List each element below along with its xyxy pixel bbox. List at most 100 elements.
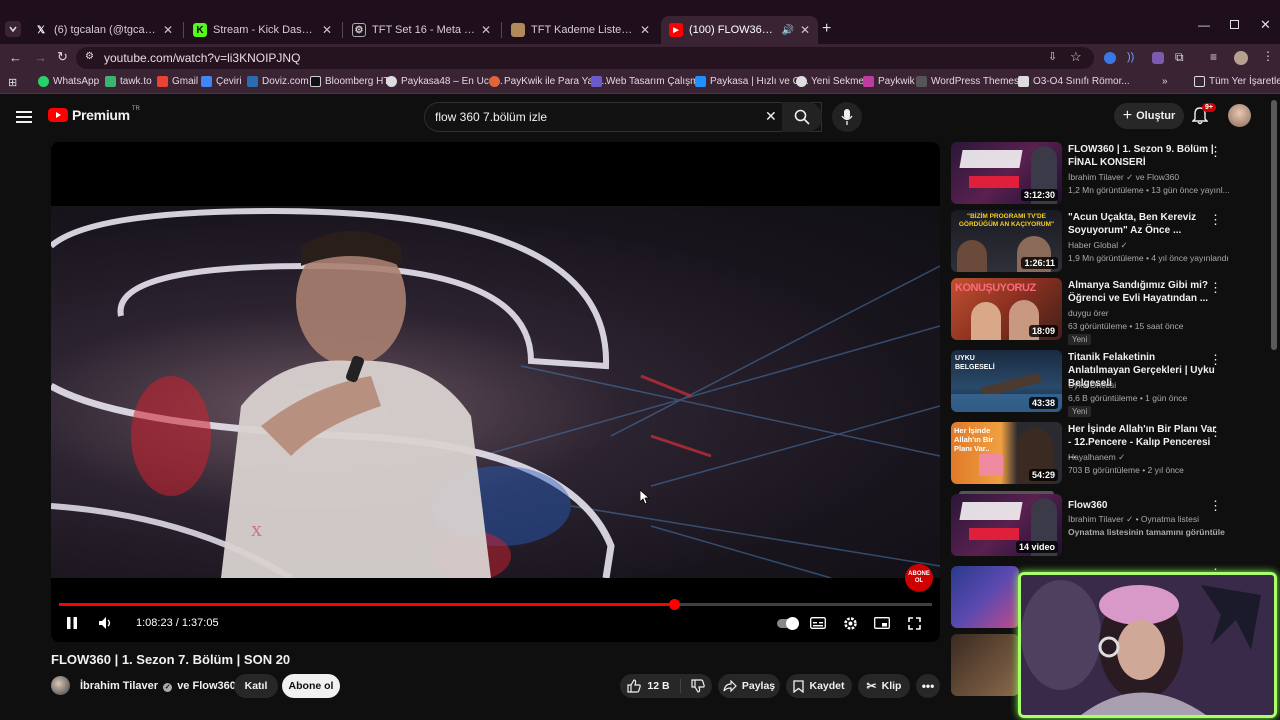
close-icon[interactable]: ✕ — [800, 23, 810, 37]
recommendation-channel[interactable]: İbrahim Tilaver ✓ ve Flow360 — [1068, 172, 1179, 183]
profile-avatar[interactable] — [1234, 51, 1248, 65]
tab-list-button[interactable] — [5, 21, 21, 37]
progress-bar[interactable] — [59, 599, 932, 610]
bookmark-item[interactable]: Paykasa | Hızlı ve G... — [695, 76, 809, 87]
page-scrollbar[interactable] — [1271, 100, 1277, 350]
video-frame[interactable]: x — [51, 206, 940, 578]
subscribe-button[interactable]: Abone ol — [282, 674, 340, 698]
account-avatar[interactable] — [1228, 104, 1251, 127]
share-button[interactable]: Paylaş — [718, 674, 780, 698]
browser-tab[interactable]: ⚙ TFT Set 16 - Meta Team Comps ✕ — [344, 16, 499, 44]
settings-button[interactable] — [841, 612, 859, 634]
video-player[interactable]: x ABONE OL 1:08:23 / 1:37:05 — [51, 142, 940, 642]
subscribe-watermark[interactable]: ABONE OL — [905, 564, 933, 592]
close-icon[interactable]: ✕ — [163, 23, 173, 37]
subtitles-button[interactable] — [809, 612, 827, 634]
join-button[interactable]: Katıl — [234, 674, 278, 698]
bookmark-item[interactable]: Gmail — [157, 76, 198, 87]
browser-tab[interactable]: 𝕏 (6) tgcalan (@tgcalann) adlı kullanıcı… — [26, 16, 181, 44]
channel-avatar[interactable] — [51, 676, 70, 695]
more-vertical-icon[interactable]: ⋮ — [1209, 424, 1222, 440]
recommendation-title[interactable]: Flow360 — [1068, 499, 1218, 512]
forward-icon[interactable]: → — [34, 50, 47, 65]
all-bookmarks-folder[interactable]: Tüm Yer İşaretleri — [1194, 76, 1280, 87]
recommendation-channel[interactable]: Hayalhanem ✓ — [1068, 452, 1125, 463]
video-thumbnail[interactable]: "BİZİM PROGRAMI TV'DE GÖRDÜĞÜM AN KAÇIYO… — [951, 210, 1062, 272]
minimize-button[interactable]: — — [1198, 18, 1210, 32]
more-vertical-icon[interactable]: ⋮ — [1209, 212, 1222, 228]
search-button[interactable] — [782, 102, 822, 132]
create-button[interactable]: + Oluştur — [1114, 103, 1184, 129]
bookmark-item[interactable]: Paykasa48 – En Ucu... — [386, 76, 503, 87]
close-icon[interactable]: ✕ — [640, 23, 650, 37]
video-thumbnail[interactable]: UYKU BELGESELİ 43:38 — [951, 350, 1062, 412]
channel-name[interactable]: İbrahim Tilaver — [80, 680, 158, 692]
recommendation-item[interactable]: Her İşinde Allah'ın Bir Planı Var.. 54:2… — [951, 422, 1231, 486]
bookmark-item[interactable]: Web Tasarım Çalışm... — [591, 76, 707, 87]
channel-collab[interactable]: ve Flow360 — [177, 680, 236, 692]
recommendation-item[interactable]: KONUŞUYORUZ 18:09 Almanya Sandığımız Gib… — [951, 278, 1231, 348]
playlist-thumbnail[interactable]: 14 video — [951, 494, 1062, 556]
site-info-icon[interactable]: ⚙ — [85, 51, 94, 62]
recommendation-channel[interactable]: İbrahim Tilaver ✓ • Oynatma listesi — [1068, 514, 1199, 525]
apps-icon[interactable]: ⊞ — [8, 76, 17, 89]
fullscreen-button[interactable] — [905, 612, 923, 634]
recommendation-item[interactable]: 3:12:30 FLOW360 | 1. Sezon 9. Bölüm | Fİ… — [951, 142, 1231, 206]
bookmark-item[interactable]: Çeviri — [201, 76, 242, 87]
video-thumbnail[interactable]: 3:12:30 — [951, 142, 1062, 204]
recommendation-channel[interactable]: Haber Global ✓ — [1068, 240, 1128, 251]
video-thumbnail[interactable]: Her İşinde Allah'ın Bir Planı Var.. 54:2… — [951, 422, 1062, 484]
more-bookmarks-icon[interactable]: » — [1162, 76, 1168, 87]
bookmark-item[interactable]: WordPress Themes... — [916, 76, 1027, 87]
media-icon[interactable]: ≡ — [1210, 50, 1217, 64]
menu-icon[interactable]: ⋮ — [1262, 49, 1274, 63]
recommendation-title[interactable]: Almanya Sandığımız Gibi mi? Öğrenci ve E… — [1068, 279, 1218, 305]
bookmark-item[interactable]: Yeni Sekme — [796, 76, 864, 87]
extension-icon[interactable] — [1152, 52, 1164, 64]
address-bar[interactable]: ⚙ youtube.com/watch?v=li3KNOIPJNQ ⇩ ☆ — [76, 47, 1094, 69]
video-thumbnail[interactable] — [951, 634, 1019, 696]
recommendation-title[interactable]: "Acun Uçakta, Ben Kereviz Soyuyorum" Az … — [1068, 211, 1218, 237]
view-full-playlist-link[interactable]: Oynatma listesinin tamamını görüntüle — [1068, 527, 1225, 537]
bookmark-item[interactable]: WhatsApp — [38, 76, 99, 87]
bookmark-item[interactable]: tawk.to — [105, 76, 152, 87]
extension-icon[interactable]: )) — [1127, 51, 1134, 63]
new-tab-button[interactable]: + — [822, 20, 831, 38]
clip-button[interactable]: ✂ Klip — [858, 674, 910, 698]
search-input[interactable]: flow 360 7.bölüm izle ✕ — [424, 102, 822, 132]
install-icon[interactable]: ⇩ — [1048, 50, 1057, 63]
recommendation-item[interactable]: "BİZİM PROGRAMI TV'DE GÖRDÜĞÜM AN KAÇIYO… — [951, 210, 1231, 274]
voice-search-button[interactable] — [832, 102, 862, 132]
dislike-button[interactable] — [681, 679, 705, 693]
youtube-logo[interactable]: Premium TR — [48, 106, 140, 123]
close-window-button[interactable]: ✕ — [1260, 17, 1271, 33]
extension-icon[interactable] — [1104, 52, 1116, 64]
reload-icon[interactable]: ↻ — [57, 49, 68, 65]
recommendation-title[interactable]: FLOW360 | 1. Sezon 9. Bölüm | FİNAL KONS… — [1068, 143, 1218, 169]
restore-button[interactable] — [1230, 20, 1239, 29]
clear-search-icon[interactable]: ✕ — [765, 108, 777, 125]
recommendation-channel[interactable]: Uyku Öncesi — [1068, 380, 1116, 390]
autoplay-toggle[interactable] — [776, 612, 799, 634]
more-vertical-icon[interactable]: ⋮ — [1209, 498, 1222, 514]
bookmark-item[interactable]: Bloomberg HT — [310, 76, 389, 87]
recommendation-item[interactable]: UYKU BELGESELİ 43:38 Titanik Felaketinin… — [951, 350, 1231, 420]
save-button[interactable]: Kaydet — [786, 674, 852, 698]
pause-button[interactable] — [63, 612, 81, 634]
bookmark-item[interactable]: Paykwik — [863, 76, 915, 87]
star-icon[interactable]: ☆ — [1070, 49, 1082, 65]
like-button[interactable]: 12 B — [627, 679, 681, 693]
video-thumbnail[interactable]: KONUŞUYORUZ 18:09 — [951, 278, 1062, 340]
close-icon[interactable]: ✕ — [322, 23, 332, 37]
browser-tab[interactable]: K Stream - Kick Dashboard ✕ — [185, 16, 340, 44]
more-vertical-icon[interactable]: ⋮ — [1209, 144, 1222, 160]
playlist-item[interactable]: 14 video Flow360 İbrahim Tilaver ✓ • Oyn… — [951, 491, 1231, 560]
notifications-button[interactable]: 9+ — [1191, 103, 1216, 130]
bookmark-item[interactable]: O3-O4 Sınıfı Römor... — [1018, 76, 1130, 87]
more-vertical-icon[interactable]: ⋮ — [1209, 280, 1222, 296]
progress-scrubber[interactable] — [669, 599, 681, 610]
back-icon[interactable]: ← — [9, 50, 22, 65]
video-thumbnail[interactable] — [951, 566, 1019, 628]
bookmark-item[interactable]: Doviz.com — [247, 76, 309, 87]
recommendation-channel[interactable]: duygu örer — [1068, 308, 1109, 318]
